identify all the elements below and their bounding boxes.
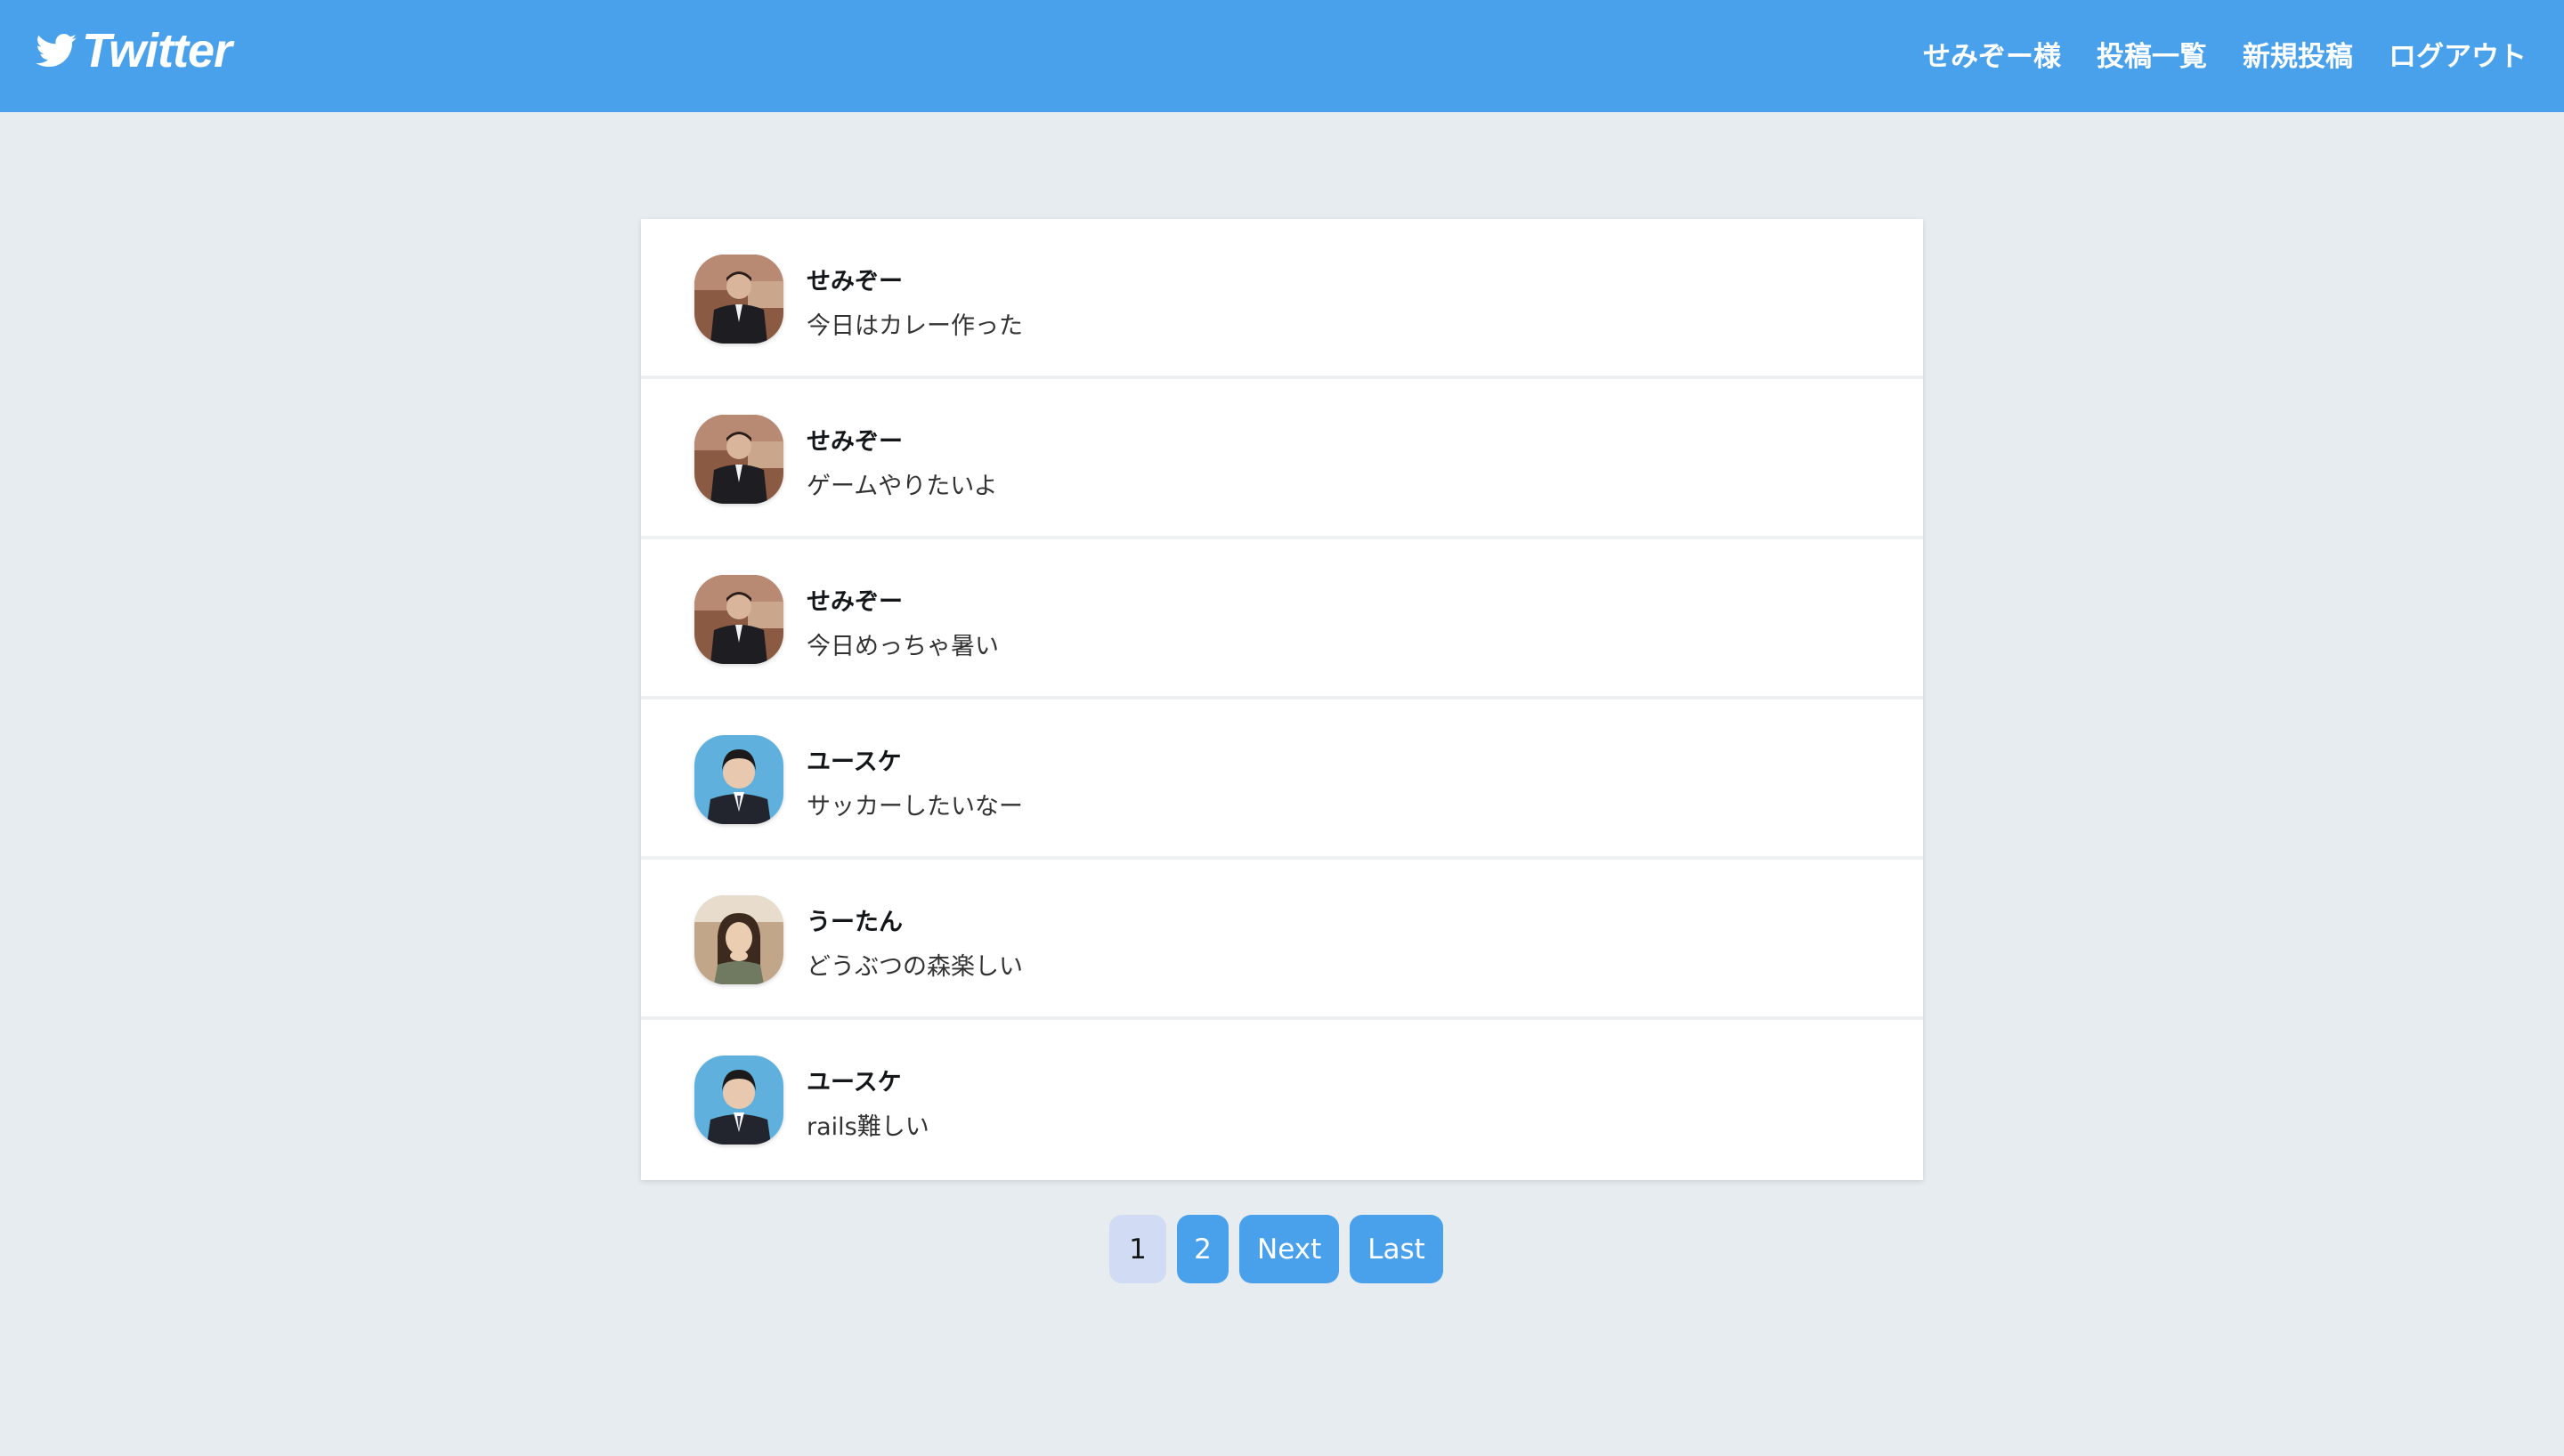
post-item[interactable]: せみぞー 今日めっちゃ暑い <box>641 539 1923 700</box>
last-page-button[interactable]: Last <box>1350 1215 1443 1283</box>
twitter-bird-icon <box>36 34 77 68</box>
avatar-image <box>694 575 783 664</box>
avatar-image <box>694 895 783 984</box>
post-list: せみぞー 今日はカレー作った せみぞー ゲームやりたいよ せみぞー 今日めっちゃ… <box>641 219 1923 1180</box>
avatar-image <box>694 255 783 344</box>
nav-menu: せみぞー様 投稿一覧 新規投稿 ログアウト <box>1923 34 2527 74</box>
nav-post-list[interactable]: 投稿一覧 <box>2097 34 2207 74</box>
avatar[interactable] <box>694 895 783 984</box>
nav-user-profile[interactable]: せみぞー様 <box>1923 34 2061 74</box>
post-content: 今日めっちゃ暑い <box>807 633 999 660</box>
nav-new-post[interactable]: 新規投稿 <box>2243 34 2353 74</box>
post-content: サッカーしたいなー <box>807 793 1023 821</box>
avatar-image <box>694 1056 783 1145</box>
avatar-image <box>694 415 783 504</box>
avatar[interactable] <box>694 415 783 504</box>
logo[interactable]: Twitter <box>36 23 232 78</box>
post-item[interactable]: せみぞー 今日はカレー作った <box>641 219 1923 379</box>
post-author[interactable]: せみぞー <box>807 422 903 457</box>
avatar-image <box>694 735 783 824</box>
post-content: ゲームやりたいよ <box>807 473 998 500</box>
next-page-button[interactable]: Next <box>1239 1215 1340 1283</box>
logo-text: Twitter <box>82 24 232 77</box>
post-author[interactable]: ユースケ <box>807 1063 902 1097</box>
post-item[interactable]: うーたん どうぶつの森楽しい <box>641 860 1923 1020</box>
post-item[interactable]: ユースケ サッカーしたいなー <box>641 700 1923 860</box>
post-content: rails難しい <box>807 1113 929 1141</box>
post-author[interactable]: うーたん <box>807 902 903 937</box>
post-item[interactable]: せみぞー ゲームやりたいよ <box>641 379 1923 539</box>
post-author[interactable]: せみぞー <box>807 582 903 617</box>
post-author[interactable]: せみぞー <box>807 262 903 296</box>
avatar[interactable] <box>694 575 783 664</box>
page-1-current: 1 <box>1109 1215 1166 1283</box>
pagination: 1 2 Next Last <box>1109 1215 1443 1283</box>
post-item[interactable]: ユースケ rails難しい <box>641 1020 1923 1180</box>
avatar[interactable] <box>694 735 783 824</box>
post-content: どうぶつの森楽しい <box>807 953 1023 981</box>
top-navbar: Twitter せみぞー様 投稿一覧 新規投稿 ログアウト <box>0 0 2564 112</box>
avatar[interactable] <box>694 255 783 344</box>
page-2-button[interactable]: 2 <box>1177 1215 1229 1283</box>
post-content: 今日はカレー作った <box>807 312 1023 340</box>
nav-logout[interactable]: ログアウト <box>2389 34 2527 74</box>
post-author[interactable]: ユースケ <box>807 742 902 777</box>
avatar[interactable] <box>694 1056 783 1145</box>
